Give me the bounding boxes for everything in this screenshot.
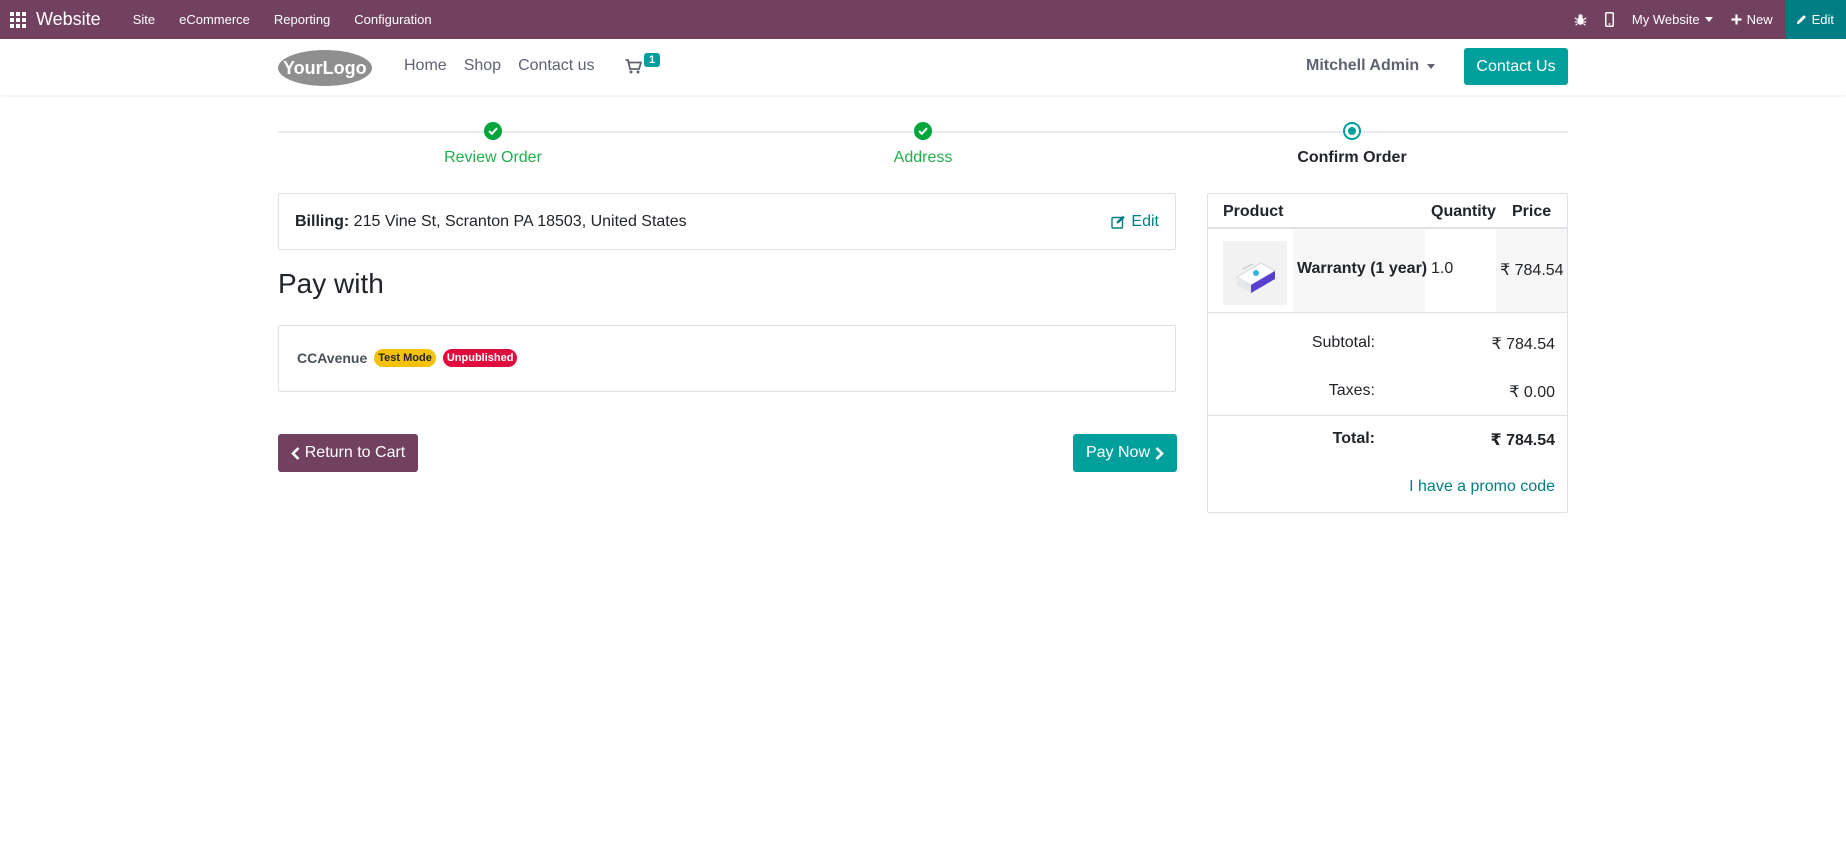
step-address[interactable]: Address (823, 122, 1023, 167)
nav-shop[interactable]: Shop (464, 57, 501, 75)
subtotal-value: ₹ 784.54 (1491, 336, 1555, 353)
step-label: Address (893, 149, 953, 166)
cart-count-badge: 1 (644, 53, 661, 67)
caret-down-icon (1704, 17, 1713, 22)
menu-configuration[interactable]: Configuration (354, 12, 431, 27)
billing-label: Billing: (295, 213, 350, 230)
new-label: New (1746, 12, 1773, 27)
check-circle-icon (914, 122, 932, 140)
unpublished-badge: Unpublished (442, 349, 518, 367)
total-value: ₹ 784.54 (1490, 432, 1555, 449)
grid-icon (10, 11, 26, 28)
product-quantity: 1.0 (1431, 260, 1454, 277)
pay-with-heading: Pay with (278, 268, 384, 299)
test-mode-badge: Test Mode (374, 349, 436, 367)
col-price: Price (1512, 203, 1552, 220)
taxes-value: ₹ 0.00 (1509, 384, 1555, 401)
app-brand[interactable]: Website (36, 9, 101, 30)
pay-label: Pay Now (1085, 444, 1151, 461)
mobile-icon (1604, 12, 1614, 27)
product-image (1223, 241, 1287, 305)
menu-site[interactable]: Site (133, 12, 155, 27)
site-logo[interactable]: YourLogo (277, 49, 373, 87)
provider-name: CCAvenue (297, 350, 368, 366)
promo-code-link[interactable]: I have a promo code (1409, 478, 1555, 496)
order-summary: Product Quantity Price Warranty (1 year)… (1207, 193, 1568, 513)
total-label: Total: (1332, 430, 1375, 447)
contact-us-button[interactable]: Contact Us (1464, 48, 1568, 85)
debug-button[interactable] (1574, 13, 1587, 26)
summary-header: Product Quantity Price (1208, 194, 1567, 229)
user-menu[interactable]: Mitchell Admin (1306, 57, 1436, 75)
mobile-preview-button[interactable] (1604, 12, 1614, 27)
edit-page-button[interactable]: Edit (1785, 0, 1846, 39)
pay-now-button[interactable]: Pay Now (1073, 434, 1177, 472)
edit-billing-link[interactable]: Edit (1111, 213, 1159, 231)
menu-reporting[interactable]: Reporting (274, 12, 330, 27)
bug-icon (1574, 14, 1587, 26)
menu-ecommerce[interactable]: eCommerce (179, 12, 250, 27)
edit-label: Edit (1131, 213, 1159, 230)
return-to-cart-button[interactable]: Return to Cart (278, 434, 418, 472)
step-label: Review Order (444, 149, 542, 166)
logo-text: YourLogo (283, 58, 367, 78)
nav-home[interactable]: Home (404, 57, 447, 75)
product-price: ₹ 784.54 (1500, 262, 1564, 279)
admin-navbar: Website Site eCommerce Reporting Configu… (0, 0, 1846, 39)
website-switcher-label: My Website (1631, 12, 1700, 27)
nav-contact-us[interactable]: Contact us (518, 57, 594, 75)
step-confirm-order: Confirm Order (1252, 122, 1452, 167)
step-review-order[interactable]: Review Order (393, 122, 593, 167)
product-name: Warranty (1 year) (1297, 260, 1428, 277)
plus-icon (1731, 14, 1742, 25)
new-content-button[interactable]: New (1731, 12, 1773, 27)
check-circle-icon (484, 122, 502, 140)
step-label: Confirm Order (1297, 149, 1407, 166)
website-switcher[interactable]: My Website (1632, 12, 1713, 27)
col-product: Product (1223, 203, 1284, 220)
subtotal-label: Subtotal: (1311, 334, 1375, 351)
apps-menu-button[interactable] (0, 0, 36, 39)
edit-icon (1111, 215, 1126, 229)
caret-down-icon (1427, 63, 1436, 69)
taxes-label: Taxes: (1328, 382, 1375, 399)
shopping-cart-icon (625, 59, 642, 74)
chevron-right-icon (1155, 446, 1164, 460)
payment-provider-card[interactable]: CCAvenue Test Mode Unpublished (278, 325, 1176, 392)
col-quantity: Quantity (1431, 203, 1496, 220)
billing-address: 215 Vine St, Scranton PA 18503, United S… (353, 213, 687, 230)
edit-label: Edit (1811, 12, 1834, 27)
product-box-icon (1236, 262, 1276, 293)
current-step-icon (1343, 122, 1361, 140)
return-label: Return to Cart (304, 444, 406, 461)
billing-address-card: Billing: 215 Vine St, Scranton PA 18503,… (278, 193, 1176, 250)
summary-divider (1208, 415, 1567, 416)
pencil-icon (1796, 15, 1806, 25)
chevron-left-icon (290, 446, 300, 460)
user-name: Mitchell Admin (1306, 57, 1420, 74)
site-header: YourLogo Home Shop Contact us 1 Mitchell… (0, 39, 1846, 95)
table-row: Warranty (1 year) 1.0 ₹ 784.54 (1208, 229, 1567, 313)
